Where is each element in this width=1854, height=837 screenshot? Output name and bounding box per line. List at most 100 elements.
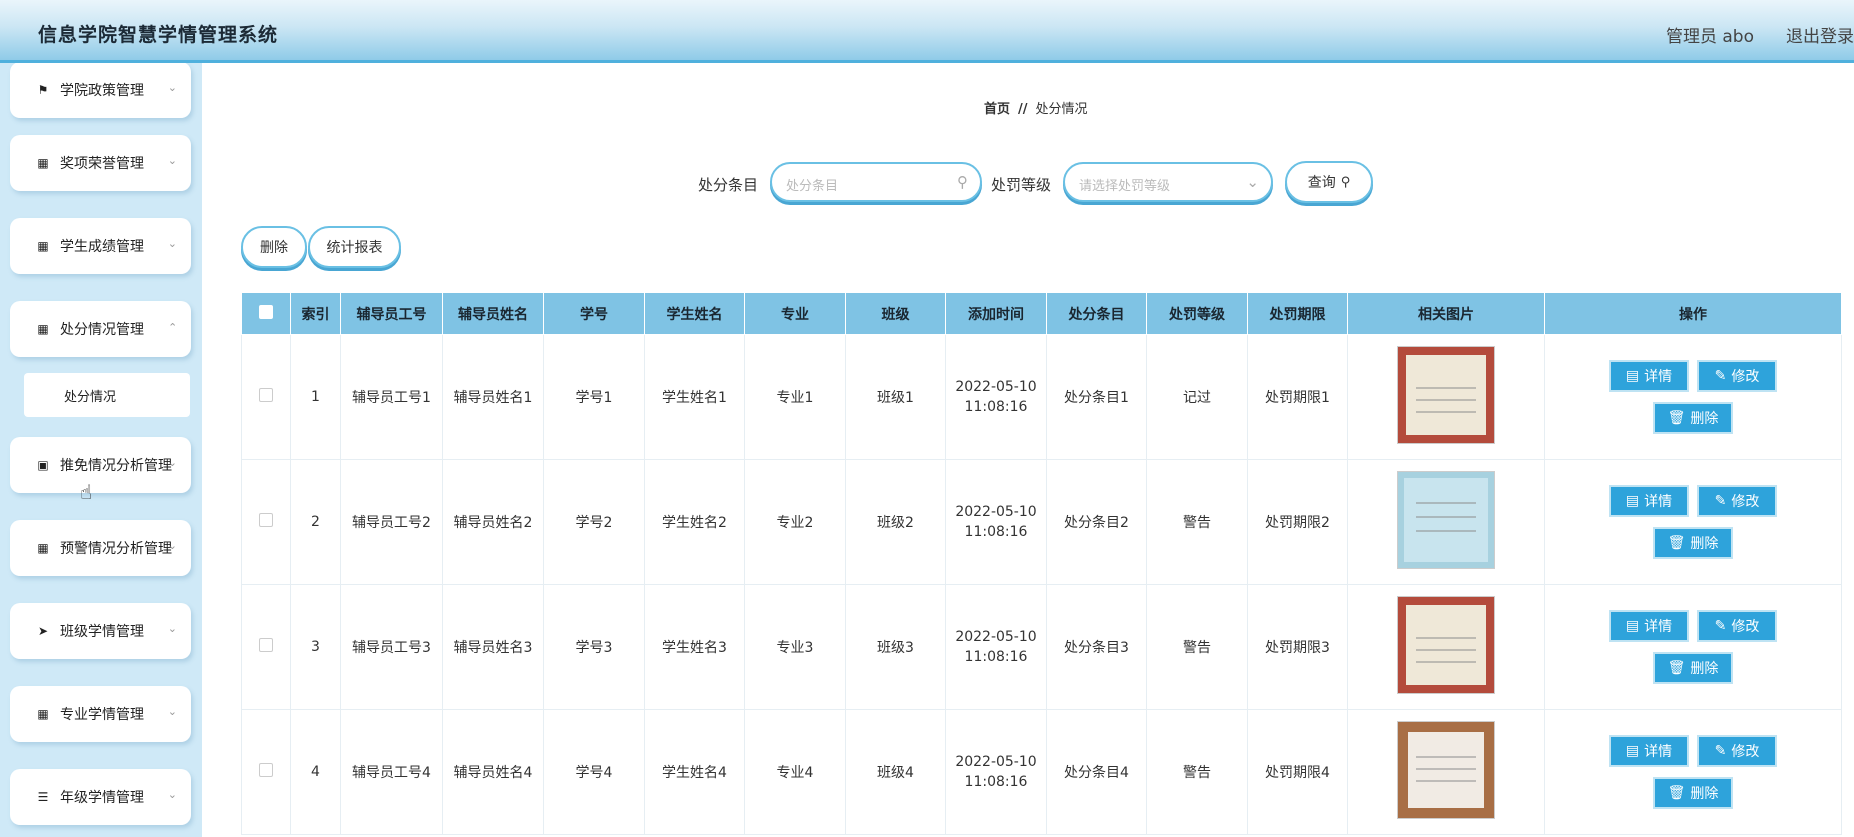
certificate-image[interactable] xyxy=(1397,721,1495,819)
level-select-placeholder: 请选择处罚等级 xyxy=(1079,179,1171,194)
pencil-icon: ✎ xyxy=(1714,493,1727,509)
logout-link[interactable]: 退出登录 xyxy=(1786,22,1854,47)
row-delete-button-label: 删除 xyxy=(1690,661,1719,677)
cell-teacher-name: 辅导员姓名3 xyxy=(442,584,544,710)
cell-student-id: 学号3 xyxy=(543,584,645,710)
row-checkbox[interactable] xyxy=(259,638,273,652)
sidebar-item-policy[interactable]: ⚑ 学院政策管理 ⌄ xyxy=(10,63,191,118)
row-checkbox[interactable] xyxy=(259,513,273,527)
breadcrumb-home[interactable]: 首页 xyxy=(984,102,1010,117)
cell-period: 处罚期限2 xyxy=(1247,459,1348,585)
search-item-input[interactable]: 处分条目 ⚲ xyxy=(770,162,982,202)
send-icon: ➤ xyxy=(37,624,49,638)
sidebar-item-warning[interactable]: ▦ 预警情况分析管理 ⌄ xyxy=(10,520,191,576)
certificate-image[interactable] xyxy=(1397,346,1495,444)
sidebar-item-grade-level[interactable]: ☰ 年级学情管理 ⌄ xyxy=(10,769,191,825)
report-button[interactable]: 统计报表 xyxy=(308,226,401,268)
edit-button[interactable]: ✎ 修改 xyxy=(1697,610,1777,642)
chevron-down-icon: ⌄ xyxy=(167,705,177,718)
app-root: 信息学院智慧学情管理系统 管理员 abo 退出登录 ⚑ 学院政策管理 ⌄ ▦ 奖… xyxy=(0,0,1854,837)
cell-major: 专业4 xyxy=(744,709,846,835)
app-title: 信息学院智慧学情管理系统 xyxy=(38,24,279,46)
cell-operations: ▤ 详情 ✎ 修改 🗑 删除 xyxy=(1544,459,1842,585)
detail-button[interactable]: ▤ 详情 xyxy=(1609,610,1689,642)
detail-button[interactable]: ▤ 详情 xyxy=(1609,360,1689,392)
row-delete-button[interactable]: 🗑 删除 xyxy=(1653,777,1733,809)
search-label-item: 处分条目 xyxy=(698,176,759,194)
certificate-image[interactable] xyxy=(1397,471,1495,569)
sidebar-item-discipline[interactable]: ▦ 处分情况管理 ⌄ xyxy=(10,301,191,357)
query-button[interactable]: 查询 ⚲ xyxy=(1285,161,1373,203)
pencil-icon: ✎ xyxy=(1714,618,1727,634)
row-delete-button[interactable]: 🗑 删除 xyxy=(1653,402,1733,434)
edit-button-label: 修改 xyxy=(1731,494,1760,510)
column-header: 处罚期限 xyxy=(1247,292,1348,335)
trash-icon: 🗑 xyxy=(1667,535,1686,551)
sidebar-item-grades[interactable]: ▦ 学生成绩管理 ⌄ xyxy=(10,218,191,274)
cell-date: 2022-05-10 xyxy=(955,379,1037,395)
cell-time: 11:08:16 xyxy=(964,524,1028,540)
cell-operations: ▤ 详情 ✎ 修改 🗑 删除 xyxy=(1544,709,1842,835)
search-icon: ⚲ xyxy=(1340,174,1351,190)
cell-operations: ▤ 详情 ✎ 修改 🗑 删除 xyxy=(1544,584,1842,710)
column-header: 学生姓名 xyxy=(644,292,745,335)
cell-student-name: 学生姓名4 xyxy=(644,709,745,835)
cell-major: 专业2 xyxy=(744,459,846,585)
cell-item: 处分条目4 xyxy=(1046,709,1147,835)
row-checkbox[interactable] xyxy=(259,388,273,402)
sidebar-item-major[interactable]: ▦ 专业学情管理 ⌄ xyxy=(10,686,191,742)
cell-date: 2022-05-10 xyxy=(955,629,1037,645)
sidebar-item-label: 专业学情管理 xyxy=(60,707,144,723)
data-table: 索引 辅导员工号 辅导员姓名 学号 学生姓名 专业 班级 添加时间 处分条目 处… xyxy=(241,292,1854,837)
delete-button[interactable]: 删除 xyxy=(241,226,307,268)
edit-button[interactable]: ✎ 修改 xyxy=(1697,735,1777,767)
cell-major: 专业1 xyxy=(744,334,846,460)
cell-class: 班级2 xyxy=(845,459,946,585)
column-header: 处分条目 xyxy=(1046,292,1147,335)
detail-button[interactable]: ▤ 详情 xyxy=(1609,735,1689,767)
search-icon: ⚲ xyxy=(957,173,968,191)
cell-level: 记过 xyxy=(1146,334,1248,460)
level-select[interactable]: 请选择处罚等级 ⌄ xyxy=(1063,162,1273,202)
cell-index: 3 xyxy=(290,584,341,710)
cell-class: 班级3 xyxy=(845,584,946,710)
select-all-cell[interactable] xyxy=(241,292,291,335)
cell-student-name: 学生姓名3 xyxy=(644,584,745,710)
column-header: 添加时间 xyxy=(945,292,1047,335)
edit-button[interactable]: ✎ 修改 xyxy=(1697,360,1777,392)
cell-added-time: 2022-05-10 11:08:16 xyxy=(945,709,1047,835)
cell-student-id: 学号4 xyxy=(543,709,645,835)
sidebar-item-awards[interactable]: ▦ 奖项荣誉管理 ⌄ xyxy=(10,135,191,191)
edit-button[interactable]: ✎ 修改 xyxy=(1697,485,1777,517)
sidebar-subitem-discipline[interactable]: 处分情况 xyxy=(24,373,190,417)
clipboard-icon: ▣ xyxy=(37,458,49,472)
cell-image xyxy=(1347,334,1545,460)
edit-button-label: 修改 xyxy=(1731,744,1760,760)
top-bar: 信息学院智慧学情管理系统 管理员 abo 退出登录 xyxy=(0,0,1854,63)
row-delete-button-label: 删除 xyxy=(1690,786,1719,802)
detail-button[interactable]: ▤ 详情 xyxy=(1609,485,1689,517)
sidebar-item-recommend[interactable]: ▣ 推免情况分析管理 ⌄ xyxy=(10,437,191,493)
column-header: 学号 xyxy=(543,292,645,335)
row-delete-button[interactable]: 🗑 删除 xyxy=(1653,527,1733,559)
sidebar-item-label: 学生成绩管理 xyxy=(60,239,144,255)
cell-period: 处罚期限3 xyxy=(1247,584,1348,710)
detail-button-label: 详情 xyxy=(1644,744,1673,760)
table-row: 2 辅导员工号2 辅导员姓名2 学号2 学生姓名2 专业2 班级2 2022-0… xyxy=(241,459,1842,585)
row-delete-button[interactable]: 🗑 删除 xyxy=(1653,652,1733,684)
certificate-image[interactable] xyxy=(1397,596,1495,694)
pencil-icon: ✎ xyxy=(1714,368,1727,384)
column-header: 班级 xyxy=(845,292,946,335)
cell-index: 4 xyxy=(290,709,341,835)
row-checkbox[interactable] xyxy=(259,763,273,777)
cell-major: 专业3 xyxy=(744,584,846,710)
cell-date: 2022-05-10 xyxy=(955,754,1037,770)
breadcrumb-current: 处分情况 xyxy=(1035,102,1088,117)
sidebar-item-class[interactable]: ➤ 班级学情管理 ⌄ xyxy=(10,603,191,659)
cell-item: 处分条目2 xyxy=(1046,459,1147,585)
cell-item: 处分条目3 xyxy=(1046,584,1147,710)
select-all-checkbox[interactable] xyxy=(259,304,273,319)
cell-added-time: 2022-05-10 11:08:16 xyxy=(945,459,1047,585)
cell-index: 2 xyxy=(290,459,341,585)
cell-period: 处罚期限1 xyxy=(1247,334,1348,460)
